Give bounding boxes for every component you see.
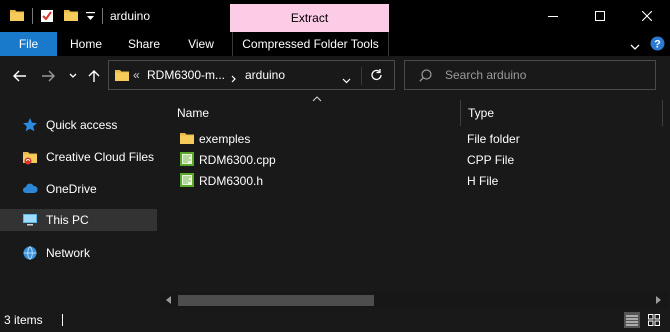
address-bar[interactable]: « RDM6300-m... arduino [108,60,395,90]
file-row[interactable]: exemples File folder [176,128,656,149]
file-name: RDM6300.h [199,174,264,188]
column-resize-handle[interactable] [662,100,663,126]
close-button[interactable] [624,0,670,32]
file-name: RDM6300.cpp [199,153,276,167]
network-icon [22,245,38,261]
back-arrow-icon [13,70,26,82]
tab-home[interactable]: Home [58,32,114,56]
breadcrumb-segment-rdm6300[interactable]: RDM6300-m... [147,68,225,82]
status-separator [62,314,63,326]
sidebar-item-network[interactable]: Network [0,242,157,264]
file-type: H File [467,174,499,188]
sidebar-item-onedrive[interactable]: OneDrive [0,178,157,200]
scrollbar-thumb[interactable] [178,295,374,306]
file-row[interactable]: RDM6300.h H File [176,170,656,191]
help-icon[interactable]: ? [650,36,665,54]
folder-icon [115,69,129,84]
file-row[interactable]: RDM6300.cpp CPP File [176,149,656,170]
address-history-dropdown-icon[interactable] [342,73,351,87]
title-separator [102,8,103,24]
file-type: CPP File [467,153,515,167]
navigation-pane: Quick access Creative Cloud Files OneDri… [0,96,160,308]
chevron-down-icon [69,73,77,78]
recent-locations-button[interactable] [63,66,83,86]
creative-cloud-folder-icon [22,149,38,165]
breadcrumb-chevron-icon[interactable] [231,72,237,86]
title-bar: arduino Extract [0,0,670,32]
forward-arrow-icon [42,70,55,82]
folder-icon [10,9,24,24]
maximize-icon [595,11,605,21]
status-bar: 3 items [0,308,670,332]
refresh-icon[interactable] [370,68,383,85]
search-icon [419,69,432,85]
file-list: Name Type exemples File folder RDM6300.c… [160,96,670,308]
sidebar-item-creative-cloud-files[interactable]: Creative Cloud Files [0,146,157,168]
folder-icon [180,131,194,145]
sidebar-item-quick-access[interactable]: Quick access [0,114,157,136]
tab-share[interactable]: Share [116,32,172,56]
column-header-type[interactable]: Type [468,100,494,126]
column-resize-handle[interactable] [460,100,461,126]
details-view-button[interactable] [624,312,640,328]
sidebar-label: Creative Cloud Files [46,150,155,164]
h-file-icon [180,173,194,187]
search-box[interactable]: Search arduino [404,60,656,90]
scroll-right-icon[interactable] [654,296,662,304]
up-button[interactable] [84,66,104,86]
item-count: 3 items [4,313,43,327]
sidebar-label: Quick access [46,118,118,132]
breadcrumb-segment-arduino[interactable]: arduino [245,68,285,82]
contextual-tab-extract[interactable]: Extract [230,4,389,32]
properties-icon[interactable] [40,9,54,26]
cpp-file-icon [180,152,194,166]
close-icon [642,11,652,21]
breadcrumb-overflow[interactable]: « [133,68,140,82]
scroll-left-icon[interactable] [165,296,173,304]
forward-button[interactable] [38,66,58,86]
quick-access-separator [32,8,33,24]
sidebar-label: OneDrive [46,182,97,196]
large-icons-view-icon [648,314,660,326]
large-icons-view-button[interactable] [646,312,662,328]
svg-text:?: ? [654,39,661,51]
tab-compressed-folder-tools[interactable]: Compressed Folder Tools [232,32,389,56]
sort-ascending-icon [312,96,322,102]
window-title: arduino [110,9,151,23]
minimize-icon [548,16,558,17]
sidebar-label: Network [46,246,91,260]
maximize-button[interactable] [577,0,623,32]
sidebar-item-this-pc[interactable]: This PC [0,209,157,231]
details-view-icon [626,315,638,326]
new-folder-icon[interactable] [64,9,78,24]
customize-quick-access-icon[interactable] [86,11,95,25]
address-separator [361,67,362,85]
sidebar-label: This PC [46,213,89,227]
computer-icon [22,212,38,228]
column-header-name[interactable]: Name [177,100,209,126]
minimize-button[interactable] [530,0,576,32]
expand-ribbon-icon[interactable] [630,40,640,54]
file-name: exemples [199,132,251,146]
tab-file[interactable]: File [0,32,57,56]
tab-view[interactable]: View [174,32,228,56]
file-type: File folder [467,132,520,146]
cloud-icon [22,181,38,197]
up-arrow-icon [88,70,100,82]
search-placeholder: Search arduino [445,68,527,82]
ribbon-tabs: File Home Share View Compressed Folder T… [0,32,670,56]
back-button[interactable] [10,66,30,86]
star-icon [22,117,38,133]
horizontal-scrollbar[interactable] [160,292,668,308]
